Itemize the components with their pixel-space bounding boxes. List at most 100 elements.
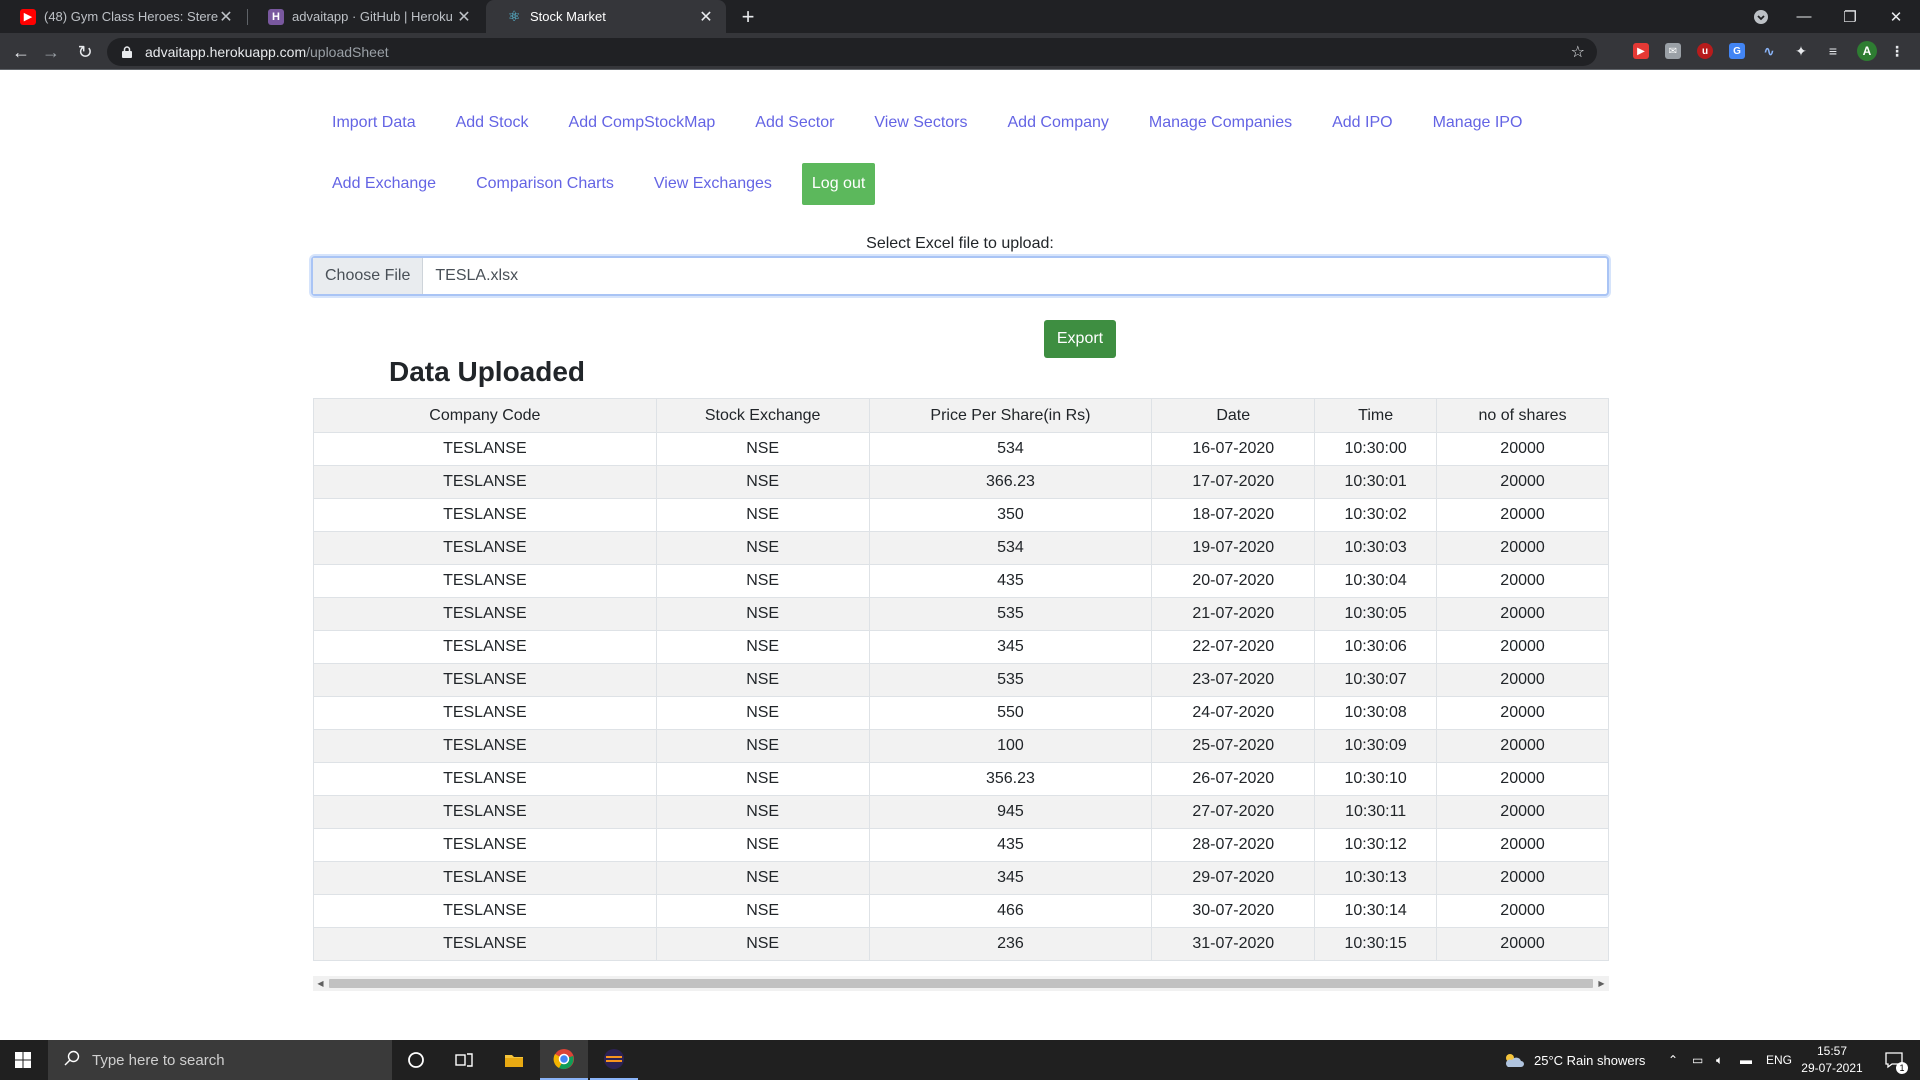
address-bar[interactable]: advaitapp.herokuapp.com/uploadSheet ☆ — [107, 38, 1597, 66]
battery-icon[interactable]: ▬ — [1740, 1040, 1752, 1080]
cell-shares: 20000 — [1436, 498, 1609, 532]
cell-company-code: TESLANSE — [313, 828, 657, 862]
table-row: TESLANSE NSE 435 20-07-2020 10:30:04 20000 — [313, 564, 1609, 598]
cortana-icon[interactable] — [394, 1040, 438, 1080]
extension-mail-icon[interactable]: ✉ — [1665, 43, 1681, 59]
table-body: TESLANSE NSE 534 16-07-2020 10:30:00 20000 TES… — [313, 432, 1609, 961]
forward-arrow-icon[interactable]: → — [38, 39, 64, 65]
weather-text[interactable]: 25°C Rain showers — [1534, 1040, 1645, 1080]
close-icon[interactable]: ✕ — [218, 7, 234, 27]
bookmark-star-icon[interactable]: ☆ — [1571, 42, 1585, 62]
eclipse-taskbar-icon[interactable] — [590, 1040, 638, 1080]
nav-comparison-charts[interactable]: Comparison Charts — [456, 165, 634, 203]
choose-file-button[interactable]: Choose File — [313, 258, 424, 294]
cell-company-code: TESLANSE — [313, 729, 657, 763]
minimize-icon[interactable]: — — [1781, 0, 1827, 33]
nav-row-2: Add Exchange Comparison Charts View Exch… — [312, 163, 1612, 205]
cell-stock-exchange: NSE — [655, 894, 870, 928]
tab-heroku[interactable]: H advaitapp · GitHub | Heroku ✕ — [248, 0, 484, 33]
media-queue-icon[interactable]: ≡ — [1825, 43, 1841, 59]
back-arrow-icon[interactable]: ← — [8, 39, 34, 65]
table-row: TESLANSE NSE 535 23-07-2020 10:30:07 20000 — [313, 663, 1609, 697]
cell-price: 550 — [868, 696, 1153, 730]
cell-shares: 20000 — [1436, 894, 1609, 928]
cell-shares: 20000 — [1436, 630, 1609, 664]
cell-stock-exchange: NSE — [655, 762, 870, 796]
cell-company-code: TESLANSE — [313, 696, 657, 730]
weather-cloud-icon[interactable] — [1500, 1040, 1526, 1080]
cell-price: 366.23 — [868, 465, 1153, 499]
extension-translate-icon[interactable]: G — [1729, 43, 1745, 59]
new-tab-button[interactable]: + — [735, 0, 761, 33]
logout-button[interactable]: Log out — [801, 163, 876, 205]
tab-title: (48) Gym Class Heroes: Stereo He — [44, 9, 218, 24]
cell-price: 435 — [868, 828, 1153, 862]
browser-menu-icon[interactable]: ⋮ — [1889, 43, 1905, 59]
cell-date: 29-07-2020 — [1151, 861, 1316, 895]
cell-shares: 20000 — [1436, 762, 1609, 796]
extension-red-icon[interactable]: ▶ — [1633, 43, 1649, 59]
nav-add-company[interactable]: Add Company — [988, 104, 1129, 142]
scroll-right-icon[interactable]: ▶ — [1594, 976, 1609, 991]
cell-date: 25-07-2020 — [1151, 729, 1316, 763]
cell-company-code: TESLANSE — [313, 795, 657, 829]
task-view-icon[interactable] — [440, 1040, 488, 1080]
nav-manage-companies[interactable]: Manage Companies — [1129, 104, 1312, 142]
cell-price: 535 — [868, 597, 1153, 631]
profile-avatar[interactable]: A — [1857, 41, 1877, 61]
close-icon[interactable]: ✕ — [698, 7, 714, 27]
tray-chevron-icon[interactable]: ⌃ — [1668, 1040, 1678, 1080]
col-date: Date — [1151, 398, 1316, 433]
nav-view-sectors[interactable]: View Sectors — [854, 104, 987, 142]
nav-manage-ipo[interactable]: Manage IPO — [1413, 104, 1543, 142]
extension-wave-icon[interactable]: ∿ — [1761, 43, 1777, 59]
taskbar-clock[interactable]: 15:57 29-07-2021 — [1797, 1043, 1867, 1077]
cell-shares: 20000 — [1436, 531, 1609, 565]
language-indicator[interactable]: ENG — [1766, 1040, 1792, 1080]
file-explorer-icon[interactable] — [490, 1040, 538, 1080]
ublock-icon[interactable]: u — [1697, 43, 1713, 59]
scrollbar-thumb[interactable] — [329, 979, 1593, 988]
lock-icon[interactable] — [119, 44, 135, 60]
notification-center-icon[interactable]: 1 — [1874, 1040, 1914, 1080]
windows-start-icon[interactable] — [0, 1040, 46, 1080]
cell-price: 236 — [868, 927, 1153, 961]
tab-title: Stock Market — [530, 9, 606, 24]
cell-date: 16-07-2020 — [1151, 432, 1316, 466]
clock-date: 29-07-2021 — [1801, 1061, 1863, 1075]
cell-stock-exchange: NSE — [655, 432, 870, 466]
nav-add-exchange[interactable]: Add Exchange — [312, 165, 456, 203]
export-button[interactable]: Export — [1044, 320, 1116, 358]
file-input[interactable]: Choose File TESLA.xlsx — [311, 256, 1609, 296]
reload-icon[interactable]: ↻ — [72, 39, 98, 65]
taskbar-search-box[interactable]: Type here to search — [48, 1040, 392, 1080]
chrome-taskbar-icon[interactable] — [540, 1040, 588, 1080]
clock-time: 15:57 — [1816, 1044, 1848, 1058]
nav-add-ipo[interactable]: Add IPO — [1312, 104, 1412, 142]
url-path: /uploadSheet — [306, 44, 389, 60]
cell-stock-exchange: NSE — [655, 861, 870, 895]
table-row: TESLANSE NSE 466 30-07-2020 10:30:14 20000 — [313, 894, 1609, 928]
col-stock-exchange: Stock Exchange — [655, 398, 870, 433]
nav-add-stock[interactable]: Add Stock — [436, 104, 549, 142]
horizontal-scrollbar[interactable]: ◀ ▶ — [313, 976, 1609, 991]
restore-icon[interactable]: ❐ — [1827, 0, 1873, 33]
nav-view-exchanges[interactable]: View Exchanges — [634, 165, 792, 203]
cell-date: 17-07-2020 — [1151, 465, 1316, 499]
network-icon[interactable]: ▭ — [1692, 1040, 1703, 1080]
extensions-puzzle-icon[interactable]: ✦ — [1793, 43, 1809, 59]
close-icon[interactable]: ✕ — [456, 7, 472, 27]
volume-icon[interactable]: 🔈︎ — [1716, 1040, 1723, 1080]
nav-import-data[interactable]: Import Data — [312, 104, 436, 142]
tab-search-icon[interactable] — [1737, 0, 1785, 33]
window-close-icon[interactable]: ✕ — [1873, 0, 1919, 33]
cell-time: 10:30:07 — [1314, 663, 1438, 697]
tab-stock-market[interactable]: ⚛ Stock Market ✕ — [486, 0, 726, 33]
cell-company-code: TESLANSE — [313, 531, 657, 565]
nav-add-sector[interactable]: Add Sector — [735, 104, 854, 142]
cell-date: 26-07-2020 — [1151, 762, 1316, 796]
scroll-left-icon[interactable]: ◀ — [313, 976, 328, 991]
tab-youtube[interactable]: ▶ (48) Gym Class Heroes: Stereo He ✕ — [0, 0, 246, 33]
nav-add-compstockmap[interactable]: Add CompStockMap — [549, 104, 736, 142]
upload-label: Select Excel file to upload: — [866, 235, 1054, 252]
